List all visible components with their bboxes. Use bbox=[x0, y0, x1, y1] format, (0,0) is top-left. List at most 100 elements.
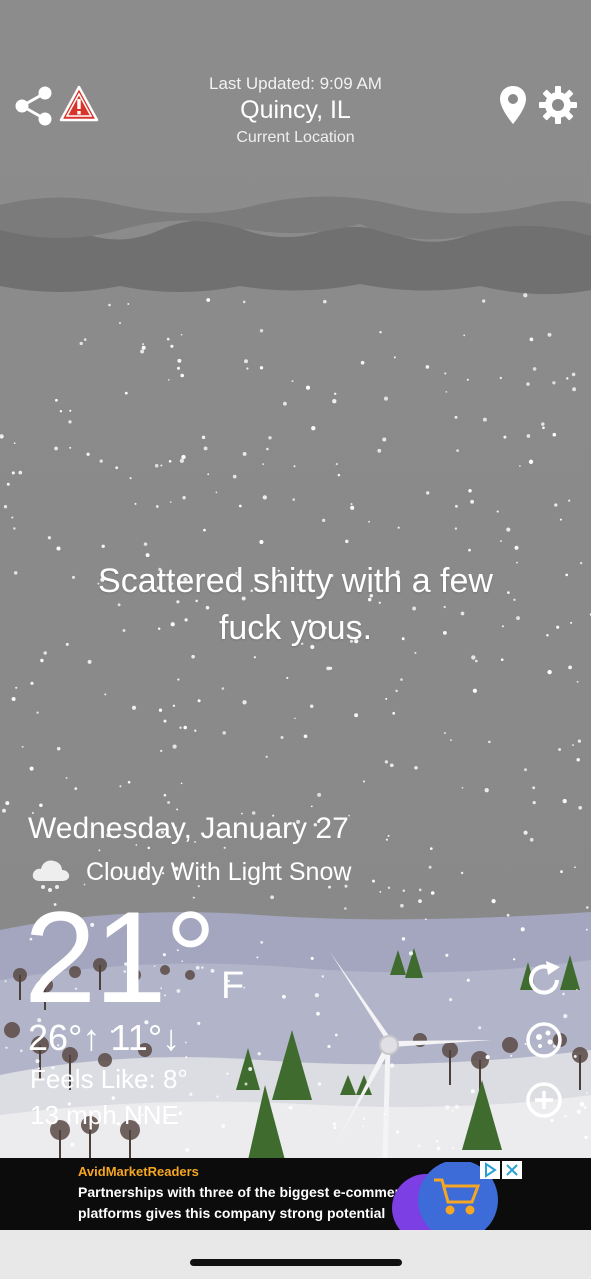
snowflake bbox=[305, 385, 311, 390]
snowflake bbox=[206, 298, 211, 302]
snowflake bbox=[385, 697, 388, 700]
high-low-temperature: 26°↑ 11°↓ bbox=[28, 1017, 181, 1058]
refresh-icon[interactable] bbox=[524, 958, 564, 1000]
home-indicator[interactable] bbox=[190, 1259, 402, 1266]
snowflake bbox=[579, 1102, 585, 1107]
snowflake bbox=[179, 726, 182, 729]
snowflake bbox=[478, 1026, 482, 1030]
snowflake bbox=[176, 366, 181, 370]
snowflake bbox=[417, 1144, 421, 1147]
snowflake bbox=[248, 1067, 253, 1071]
snowflake bbox=[11, 516, 14, 519]
snowflake bbox=[170, 344, 174, 348]
snowflake bbox=[6, 482, 10, 486]
snowflake bbox=[329, 666, 333, 670]
snowflake bbox=[179, 458, 185, 463]
snowflake bbox=[178, 1111, 183, 1116]
snowflake bbox=[119, 322, 121, 324]
snowflake bbox=[448, 997, 453, 1002]
snowflake bbox=[482, 299, 486, 303]
snowflake bbox=[576, 988, 578, 991]
snowflake bbox=[500, 658, 504, 662]
snowflake bbox=[488, 740, 491, 744]
snowflake bbox=[513, 958, 516, 961]
snowflake bbox=[395, 689, 398, 693]
snowflake bbox=[287, 1106, 290, 1109]
snowflake bbox=[547, 669, 552, 675]
gear-icon[interactable] bbox=[538, 85, 578, 125]
snowflake bbox=[401, 937, 406, 941]
snowflake bbox=[529, 837, 534, 842]
snowflake bbox=[468, 548, 471, 552]
snowflake bbox=[281, 994, 286, 999]
snowflake bbox=[140, 349, 145, 354]
snowflake bbox=[395, 1130, 400, 1134]
snowflake bbox=[570, 621, 573, 624]
snowflake bbox=[425, 365, 430, 369]
snowflake bbox=[115, 466, 119, 470]
snowflake bbox=[503, 435, 507, 439]
snowflake bbox=[322, 518, 326, 523]
snowflake bbox=[167, 379, 170, 381]
snowflake bbox=[172, 704, 176, 707]
ad-close-icon[interactable] bbox=[502, 1161, 522, 1179]
snowflake bbox=[108, 303, 111, 307]
snowflake bbox=[418, 888, 422, 892]
temperature-unit[interactable]: F bbox=[221, 965, 244, 1008]
snowflake bbox=[83, 338, 87, 341]
snowflake bbox=[141, 343, 145, 346]
snowflake bbox=[260, 940, 264, 944]
snowflake bbox=[571, 372, 576, 377]
snowflake bbox=[223, 846, 226, 849]
feels-like-temperature: Feels Like: 8° bbox=[30, 1064, 188, 1094]
snowflake bbox=[286, 676, 289, 679]
snowflake bbox=[499, 540, 503, 543]
ad-text-line-1[interactable]: Partnerships with three of the biggest e… bbox=[78, 1184, 416, 1200]
snowflake bbox=[314, 993, 319, 998]
snowflake bbox=[362, 1125, 365, 1128]
ad-brand[interactable]: AvidMarketReaders bbox=[78, 1164, 199, 1179]
snowflake bbox=[177, 678, 180, 681]
snowflake bbox=[436, 1146, 441, 1151]
snowflake bbox=[21, 745, 24, 748]
snowflake bbox=[294, 717, 296, 720]
snowflake bbox=[39, 803, 43, 807]
snowflake bbox=[576, 1109, 581, 1114]
ad-text-line-2[interactable]: platforms gives this company strong pote… bbox=[78, 1205, 385, 1221]
snowflake bbox=[155, 505, 159, 508]
snowflake bbox=[3, 505, 8, 509]
snowflake bbox=[379, 891, 382, 893]
snowflake bbox=[15, 686, 18, 689]
snowflake bbox=[514, 545, 519, 550]
forecast-date: Wednesday, January 27 bbox=[28, 812, 349, 845]
snowflake bbox=[317, 792, 322, 797]
location-pin-icon[interactable] bbox=[498, 84, 528, 126]
snowflake bbox=[246, 367, 249, 370]
snowflake bbox=[242, 300, 246, 304]
snowflake bbox=[586, 906, 589, 909]
snowflake bbox=[362, 780, 366, 783]
snowflake bbox=[5, 801, 10, 806]
snowflake bbox=[30, 681, 34, 685]
snowflake bbox=[181, 454, 186, 460]
snowflake bbox=[496, 510, 499, 513]
add-location-icon[interactable] bbox=[524, 1080, 564, 1120]
snowflake bbox=[127, 302, 130, 306]
snowflake bbox=[559, 518, 562, 521]
snowflake bbox=[460, 871, 464, 875]
snowflake bbox=[430, 891, 435, 895]
ad-choices-icon[interactable] bbox=[480, 1161, 500, 1179]
snowflake bbox=[520, 927, 525, 932]
snowflake bbox=[55, 398, 58, 402]
snowflake bbox=[382, 437, 387, 442]
snowflake bbox=[418, 899, 422, 904]
snowflake bbox=[163, 719, 167, 723]
theme-icon[interactable] bbox=[524, 1020, 564, 1060]
weather-condition: Cloudy With Light Snow bbox=[86, 858, 352, 886]
snowflake bbox=[568, 665, 573, 670]
ad-banner[interactable]: AvidMarketReaders Partnerships with thre… bbox=[0, 1158, 591, 1230]
snowflake bbox=[303, 734, 308, 739]
snowflake bbox=[454, 1104, 459, 1109]
snowflake bbox=[70, 1142, 75, 1147]
snowflake bbox=[482, 417, 487, 422]
